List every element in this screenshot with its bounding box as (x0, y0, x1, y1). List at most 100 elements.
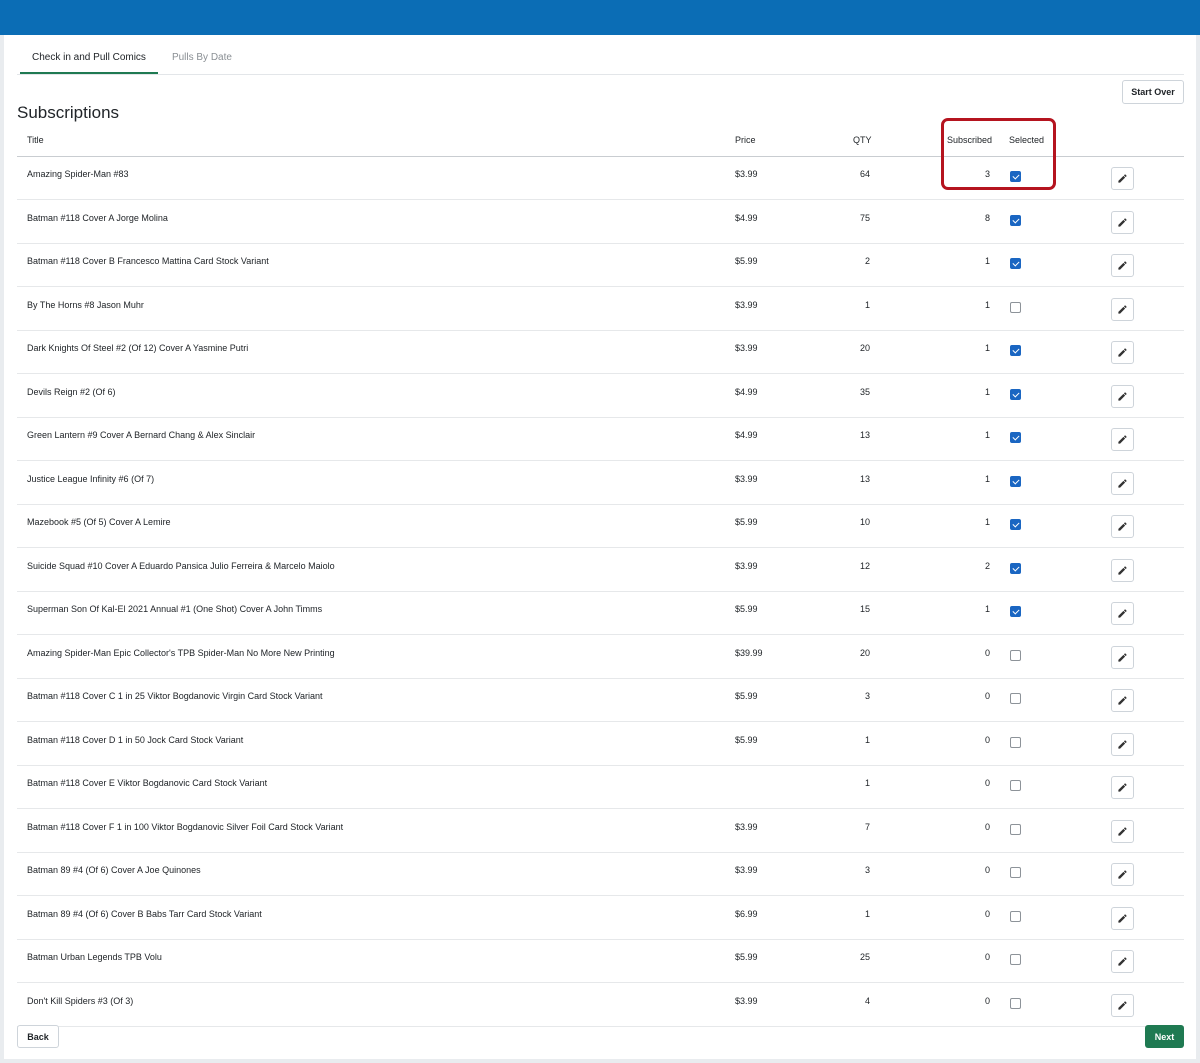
edit-button[interactable] (1111, 993, 1134, 1017)
selected-checkbox[interactable] (1010, 823, 1021, 835)
start-over-button[interactable]: Start Over (1122, 80, 1184, 104)
row-price: $5.99 (735, 691, 758, 701)
row-price: $3.99 (735, 473, 758, 484)
edit-button[interactable] (1111, 297, 1134, 321)
table-row: Batman Urban Legends TPB Volu $5.99 25 0 (17, 940, 1184, 983)
selected-checkbox[interactable] (1010, 910, 1021, 922)
tab-bar: Check in and Pull Comics Pulls By Date (20, 46, 246, 74)
row-title: Batman #118 Cover C 1 in 25 Viktor Bogda… (27, 691, 323, 701)
edit-button[interactable] (1111, 341, 1134, 364)
page-title: Subscriptions (17, 103, 120, 122)
edit-button[interactable] (1111, 863, 1134, 886)
row-price: $5.99 (735, 256, 758, 266)
pencil-icon (1118, 652, 1127, 662)
edit-button[interactable] (1111, 428, 1134, 451)
row-subscribed: 1 (984, 430, 990, 440)
edit-button[interactable] (1111, 558, 1134, 582)
row-title: Don't Kill Spiders #3 (Of 3) (27, 995, 134, 1006)
edit-button[interactable] (1111, 210, 1134, 234)
annotation-highlight-box (941, 118, 1056, 190)
row-qty: 1 (864, 299, 870, 310)
row-subscribed: 1 (984, 604, 990, 614)
row-price: $3.99 (735, 821, 758, 832)
table-row: Justice League Infinity #6 (Of 7) $3.99 13… (17, 462, 1184, 505)
edit-button[interactable] (1111, 515, 1134, 538)
selected-checkbox[interactable] (1010, 562, 1021, 574)
row-qty: 64 (859, 169, 870, 179)
selected-checkbox[interactable] (1010, 780, 1021, 791)
selected-checkbox[interactable] (1010, 345, 1021, 356)
row-title: Batman #118 Cover B Francesco Mattina Ca… (27, 256, 269, 266)
selected-checkbox[interactable] (1010, 997, 1021, 1009)
selected-checkbox[interactable] (1010, 475, 1021, 487)
row-title: Superman Son Of Kal-El 2021 Annual #1 (O… (27, 604, 323, 614)
edit-button[interactable] (1111, 254, 1134, 277)
selected-checkbox[interactable] (1010, 519, 1021, 530)
edit-button[interactable] (1111, 906, 1134, 930)
row-subscribed: 2 (984, 560, 990, 571)
row-qty: 13 (859, 430, 870, 440)
row-price: $3.99 (735, 865, 758, 875)
edit-button[interactable] (1111, 776, 1134, 799)
selected-checkbox[interactable] (1010, 867, 1021, 878)
row-qty: 1 (864, 908, 870, 919)
edit-button[interactable] (1111, 384, 1134, 408)
pencil-icon (1118, 217, 1127, 227)
tab-pulls-by-date[interactable]: Pulls By Date (160, 46, 244, 74)
row-title: Batman 89 #4 (Of 6) Cover B Babs Tarr Ca… (27, 908, 262, 919)
selected-checkbox[interactable] (1010, 214, 1021, 226)
table-row: Batman #118 Cover F 1 in 100 Viktor Bogd… (17, 810, 1184, 853)
edit-button[interactable] (1111, 471, 1134, 495)
row-subscribed: 0 (984, 908, 990, 919)
table-row: Batman 89 #4 (Of 6) Cover B Babs Tarr Ca… (17, 897, 1184, 940)
table-row: Amazing Spider-Man Epic Collector's TPB … (17, 636, 1184, 679)
edit-button[interactable] (1111, 167, 1134, 190)
row-title: Suicide Squad #10 Cover A Eduardo Pansic… (27, 560, 335, 571)
row-subscribed: 8 (984, 212, 990, 223)
pencil-icon (1118, 435, 1127, 444)
edit-button[interactable] (1111, 689, 1134, 712)
row-qty: 20 (859, 343, 870, 353)
selected-checkbox[interactable] (1010, 606, 1021, 617)
pencil-icon (1118, 957, 1127, 966)
row-qty: 35 (859, 386, 870, 397)
row-title: Batman #118 Cover D 1 in 50 Jock Card St… (27, 734, 244, 745)
selected-checkbox[interactable] (1010, 954, 1021, 965)
row-title: Mazebook #5 (Of 5) Cover A Lemire (27, 517, 171, 527)
row-subscribed: 1 (984, 343, 990, 353)
row-subscribed: 0 (984, 734, 990, 745)
row-title: Amazing Spider-Man Epic Collector's TPB … (27, 647, 335, 658)
edit-button[interactable] (1111, 602, 1134, 625)
back-button[interactable]: Back (17, 1025, 59, 1048)
row-subscribed: 0 (984, 691, 990, 701)
tab-check-in-and-pull-comics[interactable]: Check in and Pull Comics (20, 46, 158, 74)
column-header-price: Price (735, 135, 756, 145)
table-row: Batman #118 Cover B Francesco Mattina Ca… (17, 244, 1184, 287)
row-subscribed: 0 (984, 778, 990, 788)
row-subscribed: 1 (984, 386, 990, 397)
selected-checkbox[interactable] (1010, 258, 1021, 269)
row-qty: 12 (859, 560, 870, 571)
row-price: $4.99 (735, 430, 758, 440)
next-button[interactable]: Next (1145, 1025, 1184, 1048)
selected-checkbox[interactable] (1010, 432, 1021, 443)
row-qty: 13 (859, 473, 870, 484)
selected-checkbox[interactable] (1010, 649, 1021, 661)
table-row: Superman Son Of Kal-El 2021 Annual #1 (O… (17, 592, 1184, 635)
edit-button[interactable] (1111, 950, 1134, 973)
row-subscribed: 0 (984, 647, 990, 658)
selected-checkbox[interactable] (1010, 736, 1021, 748)
edit-button[interactable] (1111, 732, 1134, 756)
selected-checkbox[interactable] (1010, 388, 1021, 400)
edit-button[interactable] (1111, 819, 1134, 843)
row-qty: 7 (864, 821, 870, 832)
edit-button[interactable] (1111, 645, 1134, 669)
row-price: $5.99 (735, 734, 758, 745)
selected-checkbox[interactable] (1010, 301, 1021, 313)
pencil-icon (1118, 609, 1127, 618)
row-price: $6.99 (735, 908, 758, 919)
row-qty: 20 (859, 647, 870, 658)
row-title: Batman #118 Cover E Viktor Bogdanovic Ca… (27, 778, 268, 788)
selected-checkbox[interactable] (1010, 693, 1021, 704)
row-price: $39.99 (735, 647, 763, 658)
